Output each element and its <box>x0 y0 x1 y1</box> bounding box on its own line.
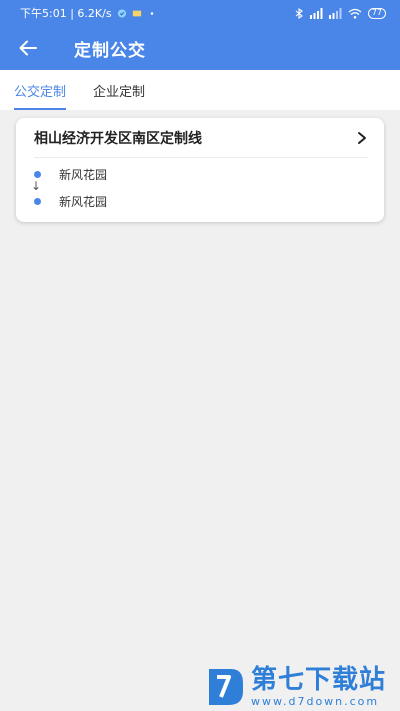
arrow-left-icon <box>19 40 37 56</box>
tab-label: 企业定制 <box>93 84 146 100</box>
message-icon <box>132 10 141 16</box>
page-title: 定制公交 <box>74 40 146 61</box>
route-header: 相山经济开发区南区定制线 <box>34 118 368 158</box>
watermark: 第七下载站 www.d7down.com <box>205 663 395 709</box>
route-name: 相山经济开发区南区定制线 <box>34 130 202 147</box>
back-button[interactable] <box>0 26 56 70</box>
tab-bus-custom[interactable]: 公交定制 <box>14 70 67 110</box>
start-dot-icon <box>34 170 41 178</box>
verified-icon <box>117 8 126 18</box>
start-stop-row: 新风花园 <box>34 166 107 182</box>
app-bar: 下午5:01 | 6.2K/s 77 定制公交 <box>0 0 400 70</box>
signal-icon <box>328 7 342 19</box>
battery-level: 77 <box>371 8 382 17</box>
start-stop-name: 新风花园 <box>59 167 108 182</box>
signal-icon <box>309 7 323 19</box>
watermark-text: 第七下载站 www.d7down.com <box>251 665 386 708</box>
status-right: 77 <box>295 7 386 19</box>
battery-icon: 77 <box>367 7 386 19</box>
dot-icon <box>150 11 153 15</box>
watermark-brand: 第七下载站 <box>251 664 387 695</box>
d7-logo-icon <box>209 669 243 705</box>
tab-enterprise-custom[interactable]: 企业定制 <box>93 70 145 110</box>
tab-label: 公交定制 <box>14 84 67 100</box>
arrow-down-icon: ↓ <box>31 179 42 193</box>
route-card[interactable]: 相山经济开发区南区定制线 新风花园 ↓ 新风花园 <box>16 118 384 222</box>
wifi-icon <box>348 8 362 19</box>
bluetooth-icon <box>295 7 303 19</box>
chevron-right-icon <box>358 131 366 144</box>
title-row: 定制公交 <box>0 26 400 70</box>
end-stop-name: 新风花园 <box>59 194 108 209</box>
watermark-url: www.d7down.com <box>251 694 380 708</box>
end-stop-row: 新风花园 <box>34 193 107 209</box>
end-dot-icon <box>34 197 41 205</box>
tab-bar: 公交定制 企业定制 <box>0 70 400 110</box>
status-bar: 下午5:01 | 6.2K/s 77 <box>0 0 400 26</box>
status-time-speed: 下午5:01 | 6.2K/s <box>20 7 112 20</box>
status-left: 下午5:01 | 6.2K/s <box>20 5 157 21</box>
